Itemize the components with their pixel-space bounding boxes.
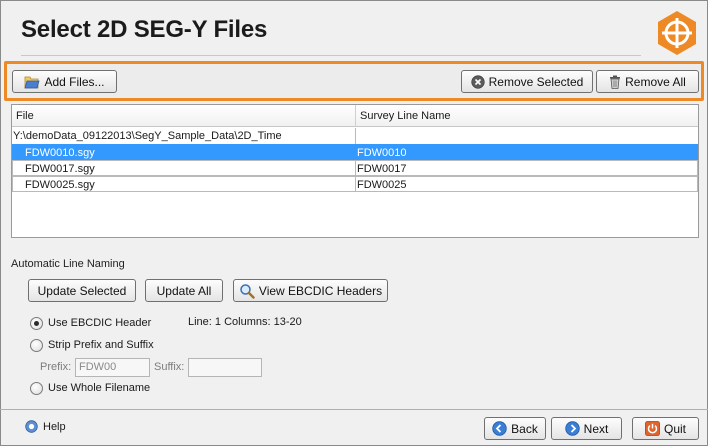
- column-divider[interactable]: [355, 105, 356, 127]
- table-row[interactable]: FDW0017.sgy FDW0017: [12, 160, 698, 176]
- use-whole-filename-radio[interactable]: [30, 381, 43, 395]
- use-ebcdic-header-radio[interactable]: [30, 316, 43, 330]
- ebcdic-line-info: Line: 1 Columns: 13-20: [188, 316, 302, 328]
- view-ebcdic-headers-button[interactable]: View EBCDIC Headers: [233, 279, 388, 302]
- use-ebcdic-header-label: Use EBCDIC Header: [48, 317, 152, 329]
- title-divider: [21, 55, 641, 56]
- trash-icon: [610, 75, 621, 89]
- column-header-survey-line[interactable]: Survey Line Name: [360, 110, 451, 122]
- remove-selected-button[interactable]: Remove Selected: [461, 70, 593, 93]
- remove-selected-label: Remove Selected: [488, 74, 584, 89]
- add-files-label: Add Files...: [44, 74, 105, 89]
- table-row[interactable]: FDW0010.sgy FDW0010: [12, 144, 698, 160]
- magnifier-icon: [240, 283, 255, 299]
- next-button[interactable]: Next: [551, 417, 622, 440]
- help-label: Help: [43, 420, 66, 433]
- next-label: Next: [583, 421, 609, 436]
- column-header-file[interactable]: File: [16, 110, 34, 122]
- survey-line-cell[interactable]: FDW0010: [355, 144, 698, 160]
- update-selected-button[interactable]: Update Selected: [28, 279, 136, 302]
- update-all-button[interactable]: Update All: [145, 279, 223, 302]
- automatic-line-naming-label: Automatic Line Naming: [11, 258, 125, 270]
- remove-all-label: Remove All: [625, 74, 686, 89]
- back-button[interactable]: Back: [484, 417, 546, 440]
- help-link[interactable]: Help: [25, 420, 66, 433]
- suffix-input[interactable]: [188, 358, 262, 377]
- quit-label: Quit: [663, 421, 686, 436]
- file-cell: FDW0010.sgy: [12, 144, 355, 160]
- strip-prefix-suffix-radio[interactable]: [30, 338, 43, 352]
- back-label: Back: [511, 421, 538, 436]
- table-header: File Survey Line Name: [12, 105, 698, 127]
- group-empty-cell: [355, 128, 698, 144]
- footer-divider: [0, 409, 708, 410]
- strip-prefix-suffix-option[interactable]: Strip Prefix and Suffix: [30, 337, 154, 353]
- arrow-right-icon: [564, 421, 580, 436]
- group-path-cell: Y:\demoData_09122013\SegY_Sample_Data\2D…: [13, 130, 282, 142]
- folder-open-icon: [24, 76, 41, 88]
- remove-circle-icon: [471, 74, 485, 89]
- use-ebcdic-header-option[interactable]: Use EBCDIC Header: [30, 315, 151, 331]
- survey-line-cell[interactable]: FDW0025: [355, 176, 698, 192]
- page-title: Select 2D SEG-Y Files: [21, 16, 268, 43]
- quit-button[interactable]: Quit: [632, 417, 699, 440]
- power-icon: [645, 421, 660, 436]
- arrow-left-icon: [492, 421, 507, 436]
- update-all-label: Update All: [156, 283, 212, 298]
- survey-line-cell[interactable]: FDW0017: [355, 160, 698, 176]
- use-whole-filename-label: Use Whole Filename: [48, 382, 151, 394]
- remove-all-button[interactable]: Remove All: [596, 70, 699, 93]
- file-table[interactable]: File Survey Line Name Y:\demoData_091220…: [11, 104, 699, 238]
- help-icon: [25, 420, 38, 433]
- prefix-input[interactable]: FDW00: [75, 358, 150, 377]
- use-whole-filename-option[interactable]: Use Whole Filename: [30, 380, 150, 396]
- file-cell: FDW0025.sgy: [12, 176, 355, 192]
- crosshair-hexagon-icon: [654, 10, 700, 56]
- strip-prefix-suffix-label: Strip Prefix and Suffix: [48, 339, 154, 351]
- table-group-row[interactable]: Y:\demoData_09122013\SegY_Sample_Data\2D…: [12, 128, 698, 144]
- file-cell: FDW0017.sgy: [12, 160, 355, 176]
- prefix-label: Prefix:: [40, 361, 72, 373]
- view-ebcdic-headers-label: View EBCDIC Headers: [258, 283, 383, 298]
- suffix-label: Suffix:: [154, 361, 185, 373]
- update-selected-label: Update Selected: [37, 283, 127, 298]
- add-files-button[interactable]: Add Files...: [12, 70, 117, 93]
- table-row[interactable]: FDW0025.sgy FDW0025: [12, 176, 698, 192]
